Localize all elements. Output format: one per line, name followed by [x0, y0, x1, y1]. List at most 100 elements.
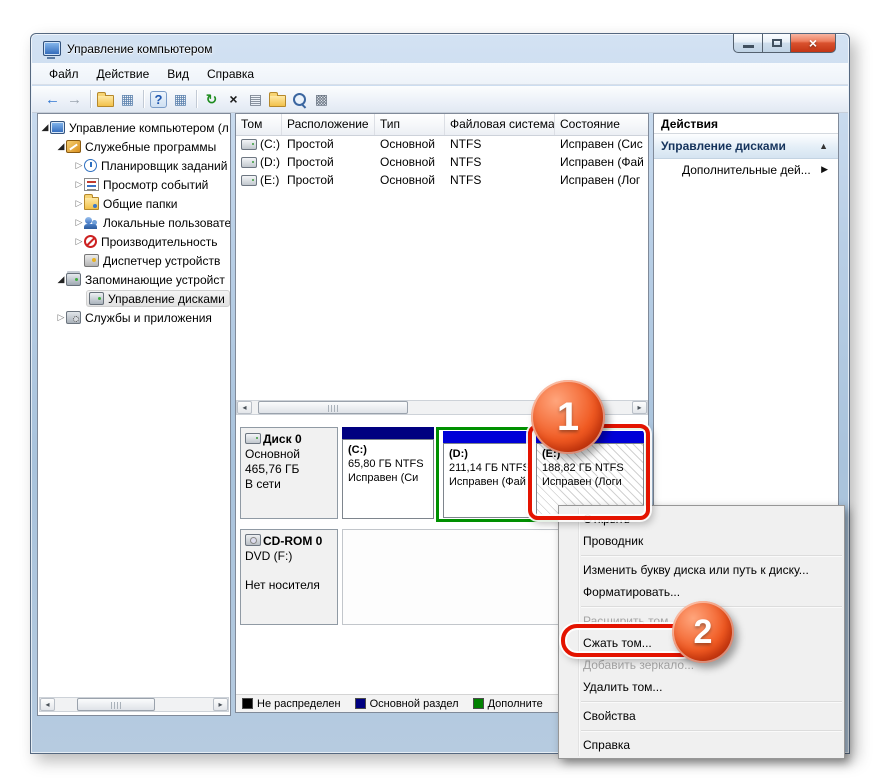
titlebar[interactable]: Управление компьютером	[31, 34, 849, 63]
help-icon: ?	[150, 91, 167, 108]
menu-item-help[interactable]: Справка	[559, 734, 844, 756]
open-button[interactable]	[267, 89, 288, 110]
disk-management-icon	[89, 292, 104, 305]
annotation-step-1-badge: 1	[531, 380, 605, 454]
actions-more-actions[interactable]: Дополнительные дей... ▶	[654, 159, 838, 180]
scroll-left-button[interactable]: ◂	[40, 698, 55, 711]
volume-list-header: Том Расположение Тип Файловая система Со…	[236, 114, 648, 136]
menu-item-properties[interactable]: Свойства	[559, 705, 844, 727]
scheduler-icon	[84, 159, 97, 172]
back-button[interactable]: ←	[42, 89, 63, 110]
expander-icon[interactable]: ▷	[74, 179, 84, 190]
minimize-button[interactable]	[733, 34, 762, 53]
actions-group-disk-management[interactable]: Управление дисками ▲	[654, 134, 838, 159]
expander-icon[interactable]: ▷	[56, 312, 66, 323]
column-header-filesystem[interactable]: Файловая система	[445, 114, 555, 135]
close-icon: ×	[809, 35, 817, 51]
action-pane-icon: ▦	[174, 91, 187, 108]
actions-title: Действия	[654, 114, 838, 134]
tree-item-performance[interactable]: ▷ Производительность	[38, 232, 230, 251]
column-header-status[interactable]: Состояние	[555, 114, 648, 135]
find-button[interactable]	[289, 89, 310, 110]
selected-tree-item-highlight: Управление дисками	[86, 290, 230, 307]
show-action-pane-button[interactable]: ▦	[170, 89, 191, 110]
disk0-size: 465,76 ГБ	[245, 462, 333, 477]
scroll-left-button[interactable]: ◂	[237, 401, 252, 414]
tree-item-shared-folders[interactable]: ▷ Общие папки	[38, 194, 230, 213]
legend-swatch-unallocated	[242, 698, 253, 709]
volume-row-e[interactable]: (E:) Простой Основной NTFS Исправен (Лог	[236, 171, 648, 189]
column-header-volume[interactable]: Том	[236, 114, 282, 135]
partition-c[interactable]: (C:) 65,80 ГБ NTFS Исправен (Си	[342, 427, 434, 519]
console-tree-panel: ◢ Управление компьютером (л ◢ Служебные …	[37, 113, 231, 716]
partition-d[interactable]: (D:) 211,14 ГБ NTFS Исправен (Фай	[443, 431, 530, 518]
maximize-icon	[772, 39, 782, 47]
expander-icon[interactable]: ◢	[40, 122, 50, 133]
column-header-layout[interactable]: Расположение	[282, 114, 375, 135]
expander-icon[interactable]: ▷	[74, 198, 84, 209]
tree-item-storage[interactable]: ◢ Запоминающие устройст	[38, 270, 230, 289]
column-header-type[interactable]: Тип	[375, 114, 445, 135]
disk0-info-box[interactable]: Диск 0 Основной 465,76 ГБ В сети	[240, 427, 338, 519]
menu-file[interactable]: Файл	[40, 64, 88, 84]
menu-item-change-letter[interactable]: Изменить букву диска или путь к диску...	[559, 559, 844, 581]
scroll-thumb[interactable]	[77, 698, 155, 711]
manage-button[interactable]: ▩	[311, 89, 332, 110]
cdrom-status: Нет носителя	[245, 578, 333, 593]
legend-swatch-extended	[473, 698, 484, 709]
show-console-tree-button[interactable]	[95, 89, 116, 110]
scroll-thumb[interactable]	[258, 401, 408, 414]
delete-icon: ×	[229, 91, 237, 107]
menu-separator	[581, 701, 842, 702]
delete-button[interactable]: ×	[223, 89, 244, 110]
tree-item-local-users[interactable]: ▷ Локальные пользовате	[38, 213, 230, 232]
toolbar-separator	[143, 90, 144, 108]
maximize-button[interactable]	[762, 34, 791, 53]
expander-icon[interactable]: ▷	[74, 236, 84, 247]
menu-item-delete-volume[interactable]: Удалить том...	[559, 676, 844, 698]
help-button[interactable]: ?	[148, 89, 169, 110]
menu-item-format[interactable]: Форматировать...	[559, 581, 844, 603]
cdrom-info-box[interactable]: CD-ROM 0 DVD (F:) Нет носителя	[240, 529, 338, 625]
properties-button[interactable]: ▤	[245, 89, 266, 110]
partition-d-colorbar	[443, 431, 530, 443]
tools-icon	[66, 140, 81, 153]
disk0-status: В сети	[245, 477, 333, 492]
tree-horizontal-scrollbar[interactable]: ◂ ▸	[39, 697, 229, 712]
scroll-right-button[interactable]: ▸	[213, 698, 228, 711]
scroll-right-button[interactable]: ▸	[632, 401, 647, 414]
event-viewer-icon	[84, 178, 99, 191]
menu-item-explorer[interactable]: Проводник	[559, 530, 844, 552]
properties-icon: ▤	[249, 91, 262, 108]
window-pane-icon: ▦	[121, 91, 134, 108]
submenu-arrow-icon: ▶	[821, 164, 828, 175]
toolbar-separator	[196, 90, 197, 108]
close-button[interactable]: ×	[791, 34, 836, 53]
menu-view[interactable]: Вид	[158, 64, 198, 84]
menu-action[interactable]: Действие	[88, 64, 159, 84]
forward-button[interactable]: →	[64, 89, 85, 110]
tree-item-event-viewer[interactable]: ▷ Просмотр событий	[38, 175, 230, 194]
tree-item-device-manager[interactable]: Диспетчер устройств	[38, 251, 230, 270]
tree-item-disk-management[interactable]: Управление дисками	[38, 289, 230, 308]
partition-c-colorbar	[342, 427, 434, 439]
collapse-icon[interactable]: ▲	[819, 141, 828, 151]
tree-item-services[interactable]: ▷ Службы и приложения	[38, 308, 230, 327]
tree-item-system-tools[interactable]: ◢ Служебные программы	[38, 137, 230, 156]
volume-row-c[interactable]: (C:) Простой Основной NTFS Исправен (Сис	[236, 135, 648, 153]
menu-help[interactable]: Справка	[198, 64, 263, 84]
expander-icon[interactable]: ◢	[56, 274, 66, 285]
annotation-step-2-badge: 2	[672, 601, 734, 663]
menu-separator	[581, 730, 842, 731]
refresh-button[interactable]: ↻	[201, 89, 222, 110]
expander-icon[interactable]: ▷	[74, 160, 84, 171]
console-tree-icon	[97, 95, 114, 107]
show-window-button[interactable]: ▦	[117, 89, 138, 110]
tree-item-task-scheduler[interactable]: ▷ Планировщик заданий	[38, 156, 230, 175]
services-icon	[66, 311, 81, 324]
expander-icon[interactable]: ▷	[74, 217, 84, 228]
volume-row-d[interactable]: (D:) Простой Основной NTFS Исправен (Фай	[236, 153, 648, 171]
refresh-icon: ↻	[206, 91, 218, 108]
expander-icon[interactable]: ◢	[56, 141, 66, 152]
tree-item-computer-management[interactable]: ◢ Управление компьютером (л	[38, 118, 230, 137]
